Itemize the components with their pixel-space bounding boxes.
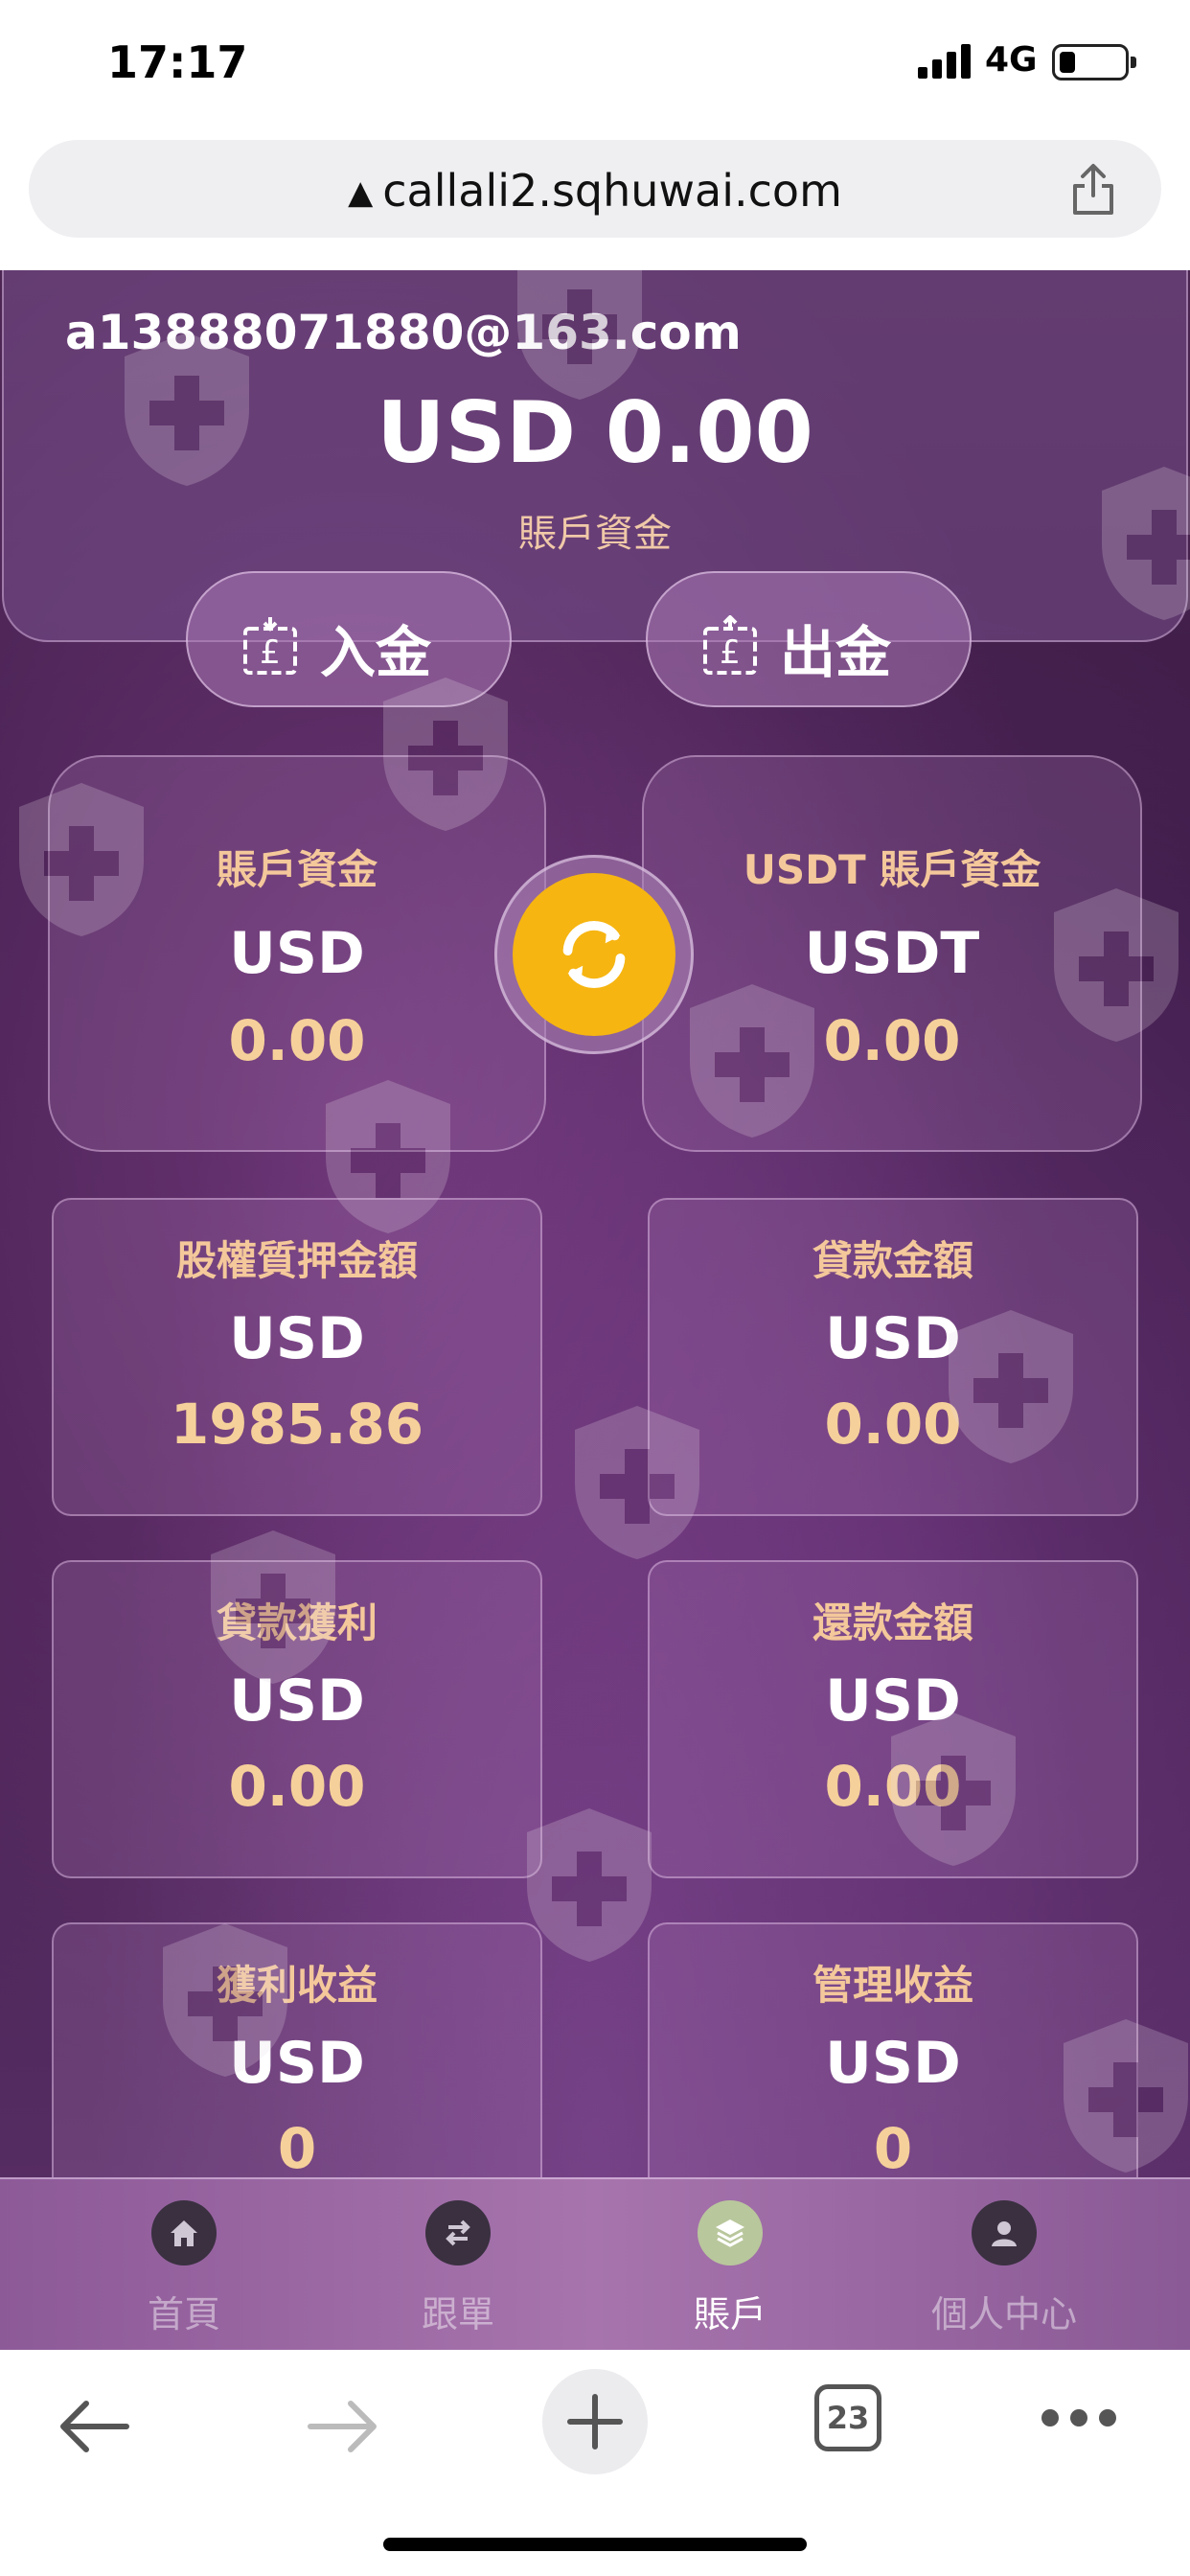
tab-label: 跟單 (421, 2293, 494, 2335)
browser-toolbar: 23 (0, 2350, 1190, 2576)
deposit-label: 入金 (320, 620, 432, 685)
tabs-count: 23 (826, 2400, 870, 2436)
home-icon (151, 2200, 217, 2266)
card-title: 還款金額 (812, 1599, 973, 1646)
card-usdt-funds[interactable]: USDT 賬戶資金 USDT 0.00 (642, 755, 1142, 1152)
card-repayment-amount[interactable]: 還款金額 USD 0.00 (648, 1560, 1138, 1878)
svg-text:£: £ (720, 633, 741, 672)
forward-arrow-icon[interactable] (303, 2386, 383, 2467)
card-currency: USDT (804, 920, 980, 987)
warning-icon: ▲ (348, 173, 374, 212)
new-tab-button[interactable] (542, 2369, 648, 2474)
refresh-icon (562, 921, 626, 988)
card-loan-profit[interactable]: 貸款獲利 USD 0.00 (52, 1560, 542, 1878)
deposit-button[interactable]: £ 入金 (186, 571, 512, 707)
status-bar: 17:17 4G (0, 0, 1190, 134)
card-title: USDT 賬戶資金 (743, 846, 1041, 893)
withdraw-icon: £ (703, 615, 757, 675)
card-value: 0.00 (824, 1754, 962, 1819)
tab-copy-trade[interactable]: 跟單 (353, 2200, 563, 2344)
account-balance: USD 0.00 (377, 383, 813, 482)
card-equity-pledge[interactable]: 股權質押金額 USD 1985.86 (52, 1198, 542, 1516)
svg-text:£: £ (260, 633, 281, 672)
card-currency: USD (825, 1305, 961, 1372)
share-icon[interactable] (1069, 163, 1117, 217)
bottom-tab-bar: 首頁 跟單 賬戶 個人中心 (0, 2177, 1190, 2350)
swap-icon (425, 2200, 491, 2266)
card-title: 貸款金額 (812, 1237, 973, 1284)
back-arrow-icon[interactable] (54, 2386, 134, 2467)
card-value: 0.00 (823, 1008, 961, 1073)
card-title: 股權質押金額 (175, 1237, 418, 1284)
card-title: 獲利收益 (216, 1962, 378, 2009)
card-value: 0.00 (228, 1008, 366, 1073)
withdraw-label: 出金 (780, 620, 892, 685)
card-value: 0.00 (824, 1392, 962, 1457)
card-value: 0.00 (228, 1754, 366, 1819)
address-bar[interactable]: ▲ callali2.sqhuwai.com (29, 140, 1161, 238)
card-currency: USD (229, 920, 365, 987)
url-text: callali2.sqhuwai.com (382, 165, 842, 217)
withdraw-button[interactable]: £ 出金 (646, 571, 972, 707)
card-value: 1985.86 (170, 1392, 424, 1457)
card-account-funds[interactable]: 賬戶資金 USD 0.00 (48, 755, 546, 1152)
user-icon (972, 2200, 1037, 2266)
card-title: 貸款獲利 (216, 1599, 378, 1646)
home-indicator[interactable] (383, 2538, 807, 2551)
tab-profile[interactable]: 個人中心 (899, 2200, 1110, 2344)
tab-label: 個人中心 (930, 2293, 1077, 2335)
plus-icon (567, 2394, 623, 2450)
page-content: a13888071880@163.com USD 0.00 賬戶資金 £ 入金 … (0, 270, 1190, 2350)
deposit-icon: £ (243, 617, 297, 675)
card-currency: USD (229, 2030, 365, 2097)
tab-label: 賬戶 (693, 2293, 767, 2335)
card-currency: USD (229, 1305, 365, 1372)
tab-account[interactable]: 賬戶 (625, 2200, 835, 2344)
account-summary: a13888071880@163.com USD 0.00 賬戶資金 (2, 270, 1188, 642)
card-currency: USD (229, 1668, 365, 1735)
tabs-count-button[interactable]: 23 (814, 2384, 881, 2451)
status-time: 17:17 (107, 36, 248, 88)
more-icon[interactable] (1039, 2404, 1119, 2432)
swap-currency-button[interactable] (494, 855, 694, 1054)
tab-label: 首頁 (147, 2293, 220, 2335)
layers-icon (698, 2200, 763, 2266)
network-type: 4G (985, 40, 1038, 80)
url-display[interactable]: ▲ callali2.sqhuwai.com (29, 165, 1161, 217)
balance-label: 賬戶資金 (518, 512, 672, 556)
card-value: 0 (873, 2116, 913, 2181)
battery-icon (1052, 44, 1136, 80)
signal-icon (918, 44, 971, 79)
card-title: 賬戶資金 (216, 846, 378, 893)
card-loan-amount[interactable]: 貸款金額 USD 0.00 (648, 1198, 1138, 1516)
account-email: a13888071880@163.com (65, 305, 742, 360)
card-currency: USD (825, 1668, 961, 1735)
tab-home[interactable]: 首頁 (79, 2200, 289, 2344)
card-value: 0 (277, 2116, 317, 2181)
card-title: 管理收益 (812, 1962, 973, 2009)
card-currency: USD (825, 2030, 961, 2097)
